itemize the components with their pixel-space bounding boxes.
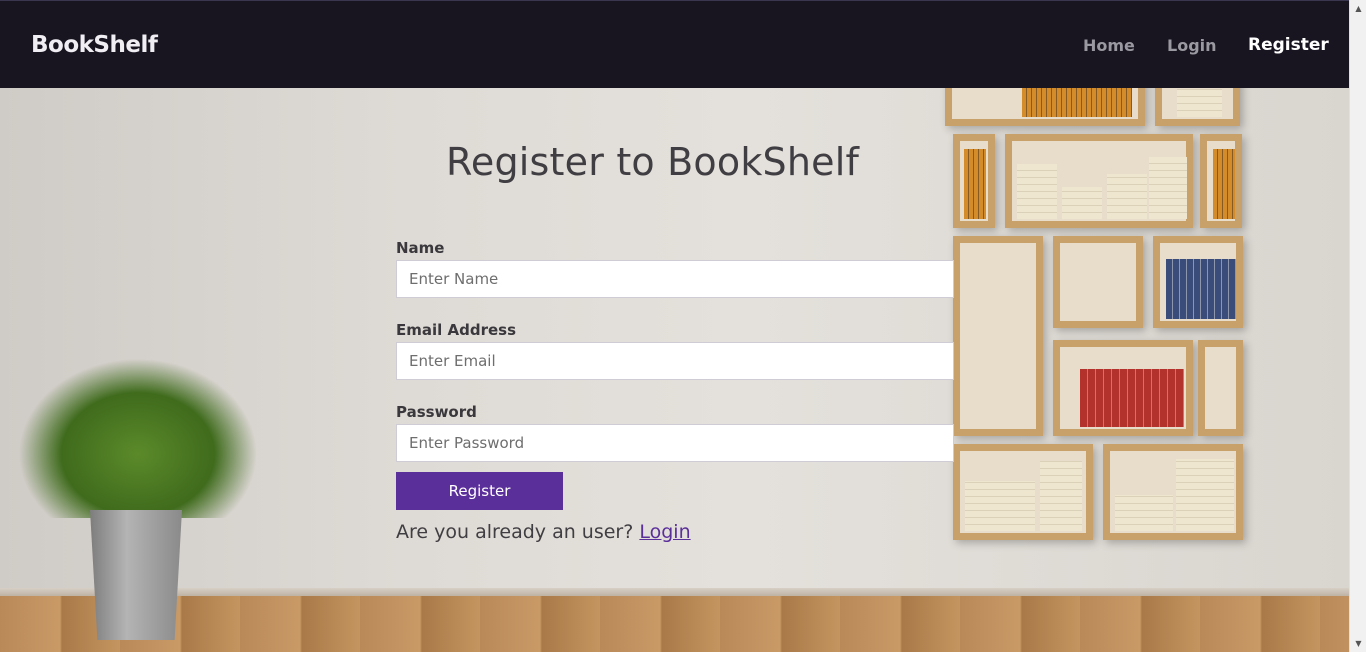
page-title: Register to BookShelf	[446, 140, 860, 184]
shelf-box	[945, 88, 1145, 126]
navbar: BookShelf Home Login Register	[0, 0, 1349, 88]
books	[1177, 89, 1222, 117]
shelf-box	[1103, 444, 1243, 540]
shelf-box	[1005, 134, 1193, 228]
shelf-box	[1153, 236, 1243, 328]
name-label: Name	[396, 239, 445, 257]
wood-floor	[0, 596, 1349, 652]
vertical-scrollbar[interactable]: ▲ ▼	[1349, 0, 1366, 652]
already-user-label: Are you already an user?	[396, 521, 634, 543]
email-label: Email Address	[396, 321, 517, 339]
shelf-box	[1053, 340, 1193, 436]
books	[1213, 149, 1235, 219]
books	[1107, 174, 1147, 219]
books	[1115, 495, 1173, 531]
plant-leaves	[18, 358, 258, 518]
brand-logo[interactable]: BookShelf	[31, 32, 158, 58]
scroll-down-arrow-icon[interactable]: ▼	[1350, 635, 1366, 652]
books	[1022, 88, 1132, 117]
shelf-box	[1198, 340, 1243, 436]
shelf-box	[953, 134, 995, 228]
books	[1149, 157, 1187, 219]
email-input[interactable]	[396, 342, 954, 380]
books	[1176, 459, 1234, 531]
register-button[interactable]: Register	[396, 472, 563, 510]
books	[1080, 369, 1184, 427]
shelf-box	[953, 444, 1093, 540]
password-label: Password	[396, 403, 477, 421]
name-input[interactable]	[396, 260, 954, 298]
nav-register-link[interactable]: Register	[1248, 35, 1329, 55]
books	[1017, 164, 1057, 219]
nav-home-link[interactable]: Home	[1083, 36, 1135, 55]
bookshelf-decoration	[940, 88, 1245, 540]
books	[1040, 461, 1082, 531]
password-input[interactable]	[396, 424, 954, 462]
already-user-text: Are you already an user? Login	[396, 521, 691, 543]
shelf-box	[1053, 236, 1143, 328]
login-link[interactable]: Login	[639, 521, 690, 543]
shelf-box	[1200, 134, 1242, 228]
plant-pot	[90, 510, 182, 640]
books	[965, 481, 1035, 531]
scroll-up-arrow-icon[interactable]: ▲	[1350, 0, 1366, 17]
books	[964, 149, 986, 219]
shelf-box	[953, 236, 1043, 436]
shelf-box	[1155, 88, 1240, 126]
books	[1062, 187, 1102, 219]
books	[1166, 259, 1236, 319]
nav-login-link[interactable]: Login	[1167, 36, 1217, 55]
